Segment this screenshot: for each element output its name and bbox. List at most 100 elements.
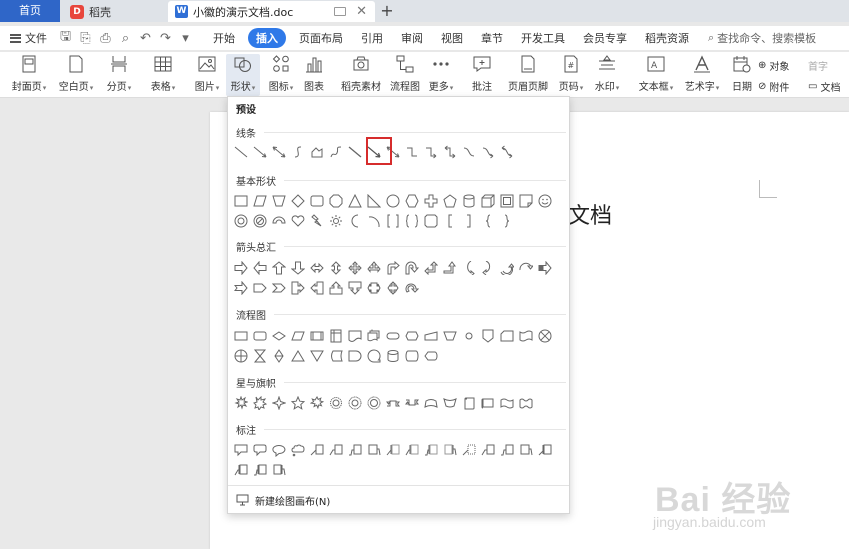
- flowchart-or-shape[interactable]: [233, 347, 249, 365]
- cover-page-button[interactable]: 封面页: [8, 54, 50, 96]
- curved-up-ribbon-shape[interactable]: [423, 394, 439, 412]
- menu-tab-member[interactable]: 会员专享: [574, 30, 636, 46]
- bent-up-arrow-shape[interactable]: [442, 259, 458, 277]
- watermark-button[interactable]: 水印: [591, 54, 623, 96]
- wordart-button[interactable]: 艺术字: [684, 54, 720, 96]
- wave-shape[interactable]: [499, 394, 515, 412]
- menu-tab-start[interactable]: 开始: [204, 30, 244, 46]
- curved-arrow-connector-shape[interactable]: [480, 143, 496, 161]
- double-wave-shape[interactable]: [518, 394, 534, 412]
- quad-arrow-callout-shape[interactable]: [385, 279, 401, 297]
- up-down-arrow-shape[interactable]: [328, 259, 344, 277]
- line-callout-4-shape[interactable]: [366, 441, 382, 459]
- flowchart-manual-input-shape[interactable]: [423, 327, 439, 345]
- picture-button[interactable]: 图片: [191, 54, 223, 96]
- lightning-bolt-shape[interactable]: [309, 212, 325, 230]
- menu-tab-section[interactable]: 章节: [472, 30, 512, 46]
- 4-point-star-shape[interactable]: [271, 394, 287, 412]
- ellipse-shape[interactable]: [385, 192, 401, 210]
- right-bracket-shape[interactable]: [461, 212, 477, 230]
- left-bracket-shape[interactable]: [442, 212, 458, 230]
- rectangle-shape[interactable]: [233, 192, 249, 210]
- border-callout-4-shape[interactable]: [518, 441, 534, 459]
- right-brace-shape[interactable]: [499, 212, 515, 230]
- cross-shape[interactable]: [423, 192, 439, 210]
- undo-icon[interactable]: ↶: [139, 31, 152, 46]
- flowchart-terminator-shape[interactable]: [385, 327, 401, 345]
- down-arrow-callout-shape[interactable]: [347, 279, 363, 297]
- object-button[interactable]: ⊕ 对象: [758, 58, 789, 73]
- line-callout-1-shape[interactable]: [309, 441, 325, 459]
- heart-shape[interactable]: [290, 212, 306, 230]
- file-menu-button[interactable]: 文件: [0, 30, 53, 46]
- u-turn-arrow-shape[interactable]: [404, 259, 420, 277]
- curved-left-arrow-shape[interactable]: [480, 259, 496, 277]
- rounded-rectangle-shape[interactable]: [309, 192, 325, 210]
- line-callout-3-shape[interactable]: [347, 441, 363, 459]
- left-right-arrow-shape[interactable]: [309, 259, 325, 277]
- 32-point-star-shape[interactable]: [366, 394, 382, 412]
- border-callout-2-shape[interactable]: [480, 441, 496, 459]
- textbox-button[interactable]: A 文本框: [638, 54, 674, 96]
- header-footer-button[interactable]: 页眉页脚: [506, 54, 550, 96]
- print-preview-icon[interactable]: ⌕: [119, 31, 132, 46]
- flowchart-merge-shape[interactable]: [309, 347, 325, 365]
- menu-tab-developer[interactable]: 开发工具: [512, 30, 574, 46]
- shapes-button[interactable]: 形状: [226, 54, 260, 96]
- bent-arrow-shape[interactable]: [385, 259, 401, 277]
- flowchart-offpage-connector-shape[interactable]: [480, 327, 496, 345]
- print-icon[interactable]: ⎙: [99, 31, 112, 46]
- docpart-button[interactable]: ▭ 文档: [808, 79, 840, 94]
- flowchart-connector-shape[interactable]: [461, 327, 477, 345]
- block-arc-shape[interactable]: [271, 212, 287, 230]
- up-arrow-callout-shape[interactable]: [328, 279, 344, 297]
- flowchart-display-shape[interactable]: [423, 347, 439, 365]
- flowchart-extract-shape[interactable]: [290, 347, 306, 365]
- document-text[interactable]: 文档: [568, 198, 612, 230]
- command-search[interactable]: ⌕ 查找命令、搜索模板: [708, 30, 816, 46]
- left-right-arrow-callout-shape[interactable]: [366, 279, 382, 297]
- vertical-scroll-shape[interactable]: [461, 394, 477, 412]
- flowchart-internal-storage-shape[interactable]: [328, 327, 344, 345]
- quad-arrow-shape[interactable]: [347, 259, 363, 277]
- double-brace-shape[interactable]: [404, 212, 420, 230]
- flowchart-card-shape[interactable]: [499, 327, 515, 345]
- flowchart-preparation-shape[interactable]: [404, 327, 420, 345]
- double-arrow-line-shape[interactable]: [271, 143, 287, 161]
- down-arrow-shape[interactable]: [290, 259, 306, 277]
- elbow-line-shape[interactable]: [347, 143, 363, 161]
- accent-callout-3-shape[interactable]: [423, 441, 439, 459]
- donut-shape[interactable]: [233, 212, 249, 230]
- curve-shape[interactable]: [290, 143, 306, 161]
- up-arrow-shape[interactable]: [271, 259, 287, 277]
- elbow-arrow-connector-shape[interactable]: [423, 143, 439, 161]
- flowchart-stored-data-shape[interactable]: [328, 347, 344, 365]
- left-arrow-shape[interactable]: [252, 259, 268, 277]
- flowchart-predefined-process-shape[interactable]: [309, 327, 325, 345]
- icons-button[interactable]: 图标: [265, 54, 297, 96]
- border-callout-1-shape[interactable]: [461, 441, 477, 459]
- curved-down-ribbon-shape[interactable]: [442, 394, 458, 412]
- scribble-shape[interactable]: [328, 143, 344, 161]
- line-callout-2-shape[interactable]: [328, 441, 344, 459]
- sun-shape[interactable]: [328, 212, 344, 230]
- octagon-shape[interactable]: [328, 192, 344, 210]
- right-arrow-shape[interactable]: [233, 259, 249, 277]
- flowchart-summing-junction-shape[interactable]: [537, 327, 553, 345]
- curved-down-arrow-shape[interactable]: [518, 259, 534, 277]
- right-triangle-shape[interactable]: [366, 192, 382, 210]
- cube-shape[interactable]: [480, 192, 496, 210]
- border-callout-3-shape[interactable]: [499, 441, 515, 459]
- flowchart-data-shape[interactable]: [290, 327, 306, 345]
- cloud-callout-shape[interactable]: [290, 441, 306, 459]
- curved-up-arrow-shape[interactable]: [499, 259, 515, 277]
- window-pin-icon[interactable]: [334, 7, 347, 16]
- left-arrow-callout-shape[interactable]: [309, 279, 325, 297]
- 24-point-star-shape[interactable]: [347, 394, 363, 412]
- left-right-up-arrow-shape[interactable]: [366, 259, 382, 277]
- flowchart-punched-tape-shape[interactable]: [518, 327, 534, 345]
- 5-point-star-shape[interactable]: [290, 394, 306, 412]
- blank-page-button[interactable]: 空白页: [55, 54, 97, 96]
- menu-tab-references[interactable]: 引用: [352, 30, 392, 46]
- flowchart-alternate-process-shape[interactable]: [252, 327, 268, 345]
